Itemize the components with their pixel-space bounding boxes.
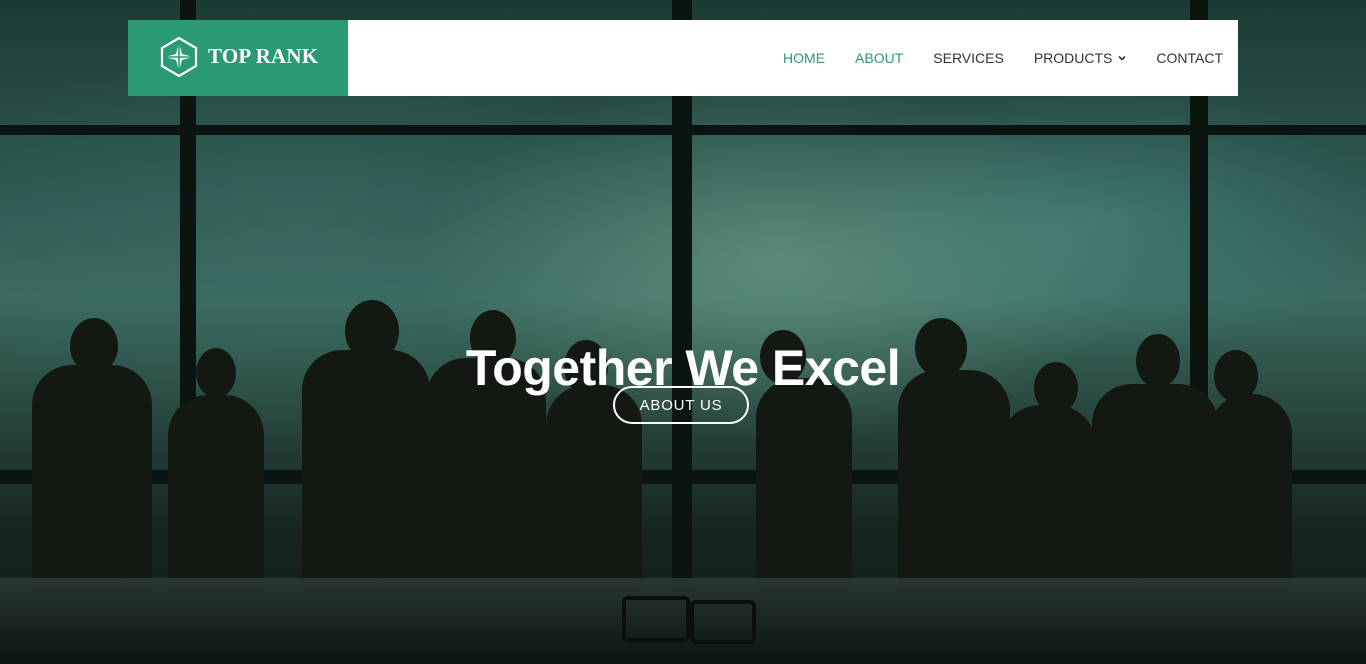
compass-star-icon bbox=[160, 36, 198, 78]
main-nav: HOME ABOUT SERVICES PRODUCTS CONTACT bbox=[783, 20, 1223, 96]
hero-section bbox=[0, 0, 1366, 664]
nav-home[interactable]: HOME bbox=[783, 50, 825, 66]
eyeglasses bbox=[690, 600, 756, 644]
nav-about[interactable]: ABOUT bbox=[855, 50, 903, 66]
nav-contact[interactable]: CONTACT bbox=[1156, 50, 1223, 66]
nav-products[interactable]: PRODUCTS bbox=[1034, 50, 1127, 66]
site-header: TOP RANK HOME ABOUT SERVICES PRODUCTS CO… bbox=[128, 20, 1238, 96]
about-us-button[interactable]: ABOUT US bbox=[613, 386, 749, 424]
eyeglasses bbox=[622, 596, 690, 642]
nav-services[interactable]: SERVICES bbox=[933, 50, 1004, 66]
logo[interactable]: TOP RANK bbox=[128, 20, 348, 96]
chevron-down-icon bbox=[1118, 55, 1126, 61]
nav-products-label: PRODUCTS bbox=[1033, 50, 1113, 66]
brand-name: TOP RANK bbox=[208, 44, 319, 68]
